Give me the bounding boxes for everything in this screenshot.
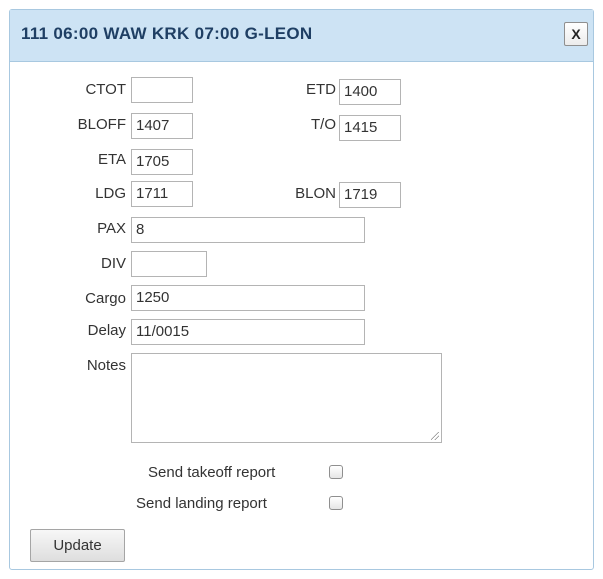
bloff-label: BLOFF — [77, 116, 126, 133]
pax-label: PAX — [97, 220, 126, 237]
resize-grip-icon[interactable] — [431, 432, 439, 440]
send-takeoff-label: Send takeoff report — [148, 464, 276, 481]
eta-input[interactable]: 1705 — [131, 149, 193, 175]
div-label: DIV — [100, 255, 126, 272]
cargo-input[interactable]: 1250 — [131, 285, 365, 311]
div-input[interactable] — [131, 251, 207, 277]
etd-label: ETD — [306, 81, 336, 98]
to-input[interactable]: 1415 — [339, 115, 401, 141]
send-landing-checkbox[interactable] — [329, 496, 343, 510]
cargo-label: Cargo — [85, 290, 126, 307]
flight-edit-dialog: 111 06:00 WAW KRK 07:00 G-LEON X CTOT ET… — [9, 9, 594, 570]
to-label: T/O — [311, 116, 336, 133]
send-landing-label: Send landing report — [136, 495, 267, 512]
ctot-input[interactable] — [131, 77, 193, 103]
ctot-label: CTOT — [85, 81, 126, 98]
send-takeoff-checkbox[interactable] — [329, 465, 343, 479]
blon-input[interactable]: 1719 — [339, 182, 401, 208]
eta-label: ETA — [97, 151, 126, 168]
dialog-title: 111 06:00 WAW KRK 07:00 G-LEON — [21, 24, 313, 43]
pax-input[interactable]: 8 — [131, 217, 365, 243]
bloff-input[interactable]: 1407 — [131, 113, 193, 139]
ldg-input[interactable]: 1711 — [131, 181, 193, 207]
close-button[interactable]: X — [564, 22, 588, 46]
etd-input[interactable]: 1400 — [339, 79, 401, 105]
notes-label: Notes — [86, 357, 126, 374]
dialog-titlebar: 111 06:00 WAW KRK 07:00 G-LEON X — [10, 10, 593, 62]
ldg-label: LDG — [95, 185, 126, 202]
blon-label: BLON — [295, 185, 336, 202]
delay-label: Delay — [87, 322, 126, 339]
notes-textarea[interactable] — [131, 353, 442, 443]
delay-input[interactable]: 11/0015 — [131, 319, 365, 345]
update-button[interactable]: Update — [30, 529, 125, 562]
